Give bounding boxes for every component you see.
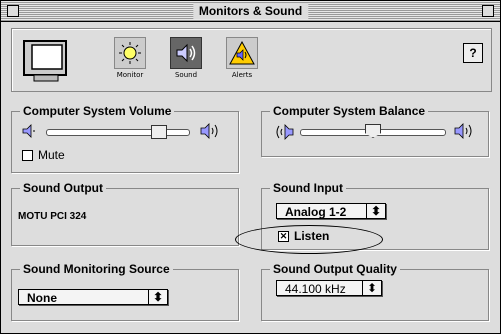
popup-arrows-icon: ⬍ <box>148 290 167 304</box>
popup-arrows-icon: ⬍ <box>366 204 385 218</box>
output-quality-popup[interactable]: 44.100 kHz ⬍ <box>276 280 382 296</box>
sound-output-device: MOTU PCI 324 <box>18 211 87 222</box>
mute-checkbox[interactable]: Mute <box>22 148 65 162</box>
help-button[interactable]: ? <box>463 43 483 63</box>
title-bar[interactable]: Monitors & Sound <box>1 1 500 22</box>
close-box[interactable] <box>7 5 19 17</box>
sound-output-title: Sound Output <box>20 181 106 195</box>
listen-highlight-ellipse <box>235 225 383 254</box>
sound-input-selected: Analog 1-2 <box>285 205 347 219</box>
monitoring-source-selected: None <box>27 291 57 305</box>
mute-label: Mute <box>38 148 65 162</box>
sound-tab-label: Sound <box>174 71 198 79</box>
speaker-left-icon <box>276 124 294 140</box>
sun-icon <box>114 37 146 69</box>
alerts-tab-label: Alerts <box>231 71 253 79</box>
output-quality-selected: 44.100 kHz <box>285 282 346 296</box>
speaker-right-icon <box>454 123 472 139</box>
monitoring-source-title: Sound Monitoring Source <box>20 262 173 276</box>
output-quality-group: Sound Output Quality 44.100 kHz ⬍ <box>261 262 489 321</box>
speaker-loud-icon <box>200 123 218 139</box>
monitor-large-icon <box>23 40 67 82</box>
collapse-box[interactable] <box>482 5 494 17</box>
mute-checkbox-box[interactable] <box>22 149 33 161</box>
volume-slider-thumb[interactable] <box>150 125 167 139</box>
popup-arrows-icon: ⬍ <box>362 281 381 295</box>
monitor-tab-button[interactable]: Monitor <box>112 37 148 85</box>
sound-input-popup[interactable]: Analog 1-2 ⬍ <box>276 203 386 219</box>
volume-slider-track[interactable] <box>46 129 190 136</box>
speaker-quiet-icon <box>22 124 35 138</box>
sound-output-group: Sound Output MOTU PCI 324 <box>11 181 239 246</box>
monitoring-source-group: Sound Monitoring Source None ⬍ <box>11 262 239 321</box>
panel-selector: Monitor Sound Alerts ? <box>11 28 492 92</box>
alerts-tab-button[interactable]: Alerts <box>224 37 260 85</box>
window-title: Monitors & Sound <box>192 3 309 19</box>
monitoring-source-popup[interactable]: None ⬍ <box>18 289 168 305</box>
speaker-icon <box>170 37 202 69</box>
monitor-tab-label: Monitor <box>116 71 144 79</box>
monitors-sound-window: Monitors & Sound Monitor Sound Alerts ? … <box>0 0 501 334</box>
output-quality-title: Sound Output Quality <box>270 262 400 276</box>
volume-group: Computer System Volume Mute <box>11 104 239 173</box>
balance-group-title: Computer System Balance <box>270 104 429 118</box>
alert-icon <box>226 37 258 69</box>
sound-tab-button[interactable]: Sound <box>168 37 204 85</box>
volume-group-title: Computer System Volume <box>20 104 175 118</box>
balance-group: Computer System Balance <box>261 104 489 157</box>
control-panel-content: Monitor Sound Alerts ? Computer System V… <box>5 25 496 329</box>
sound-input-title: Sound Input <box>270 181 346 195</box>
